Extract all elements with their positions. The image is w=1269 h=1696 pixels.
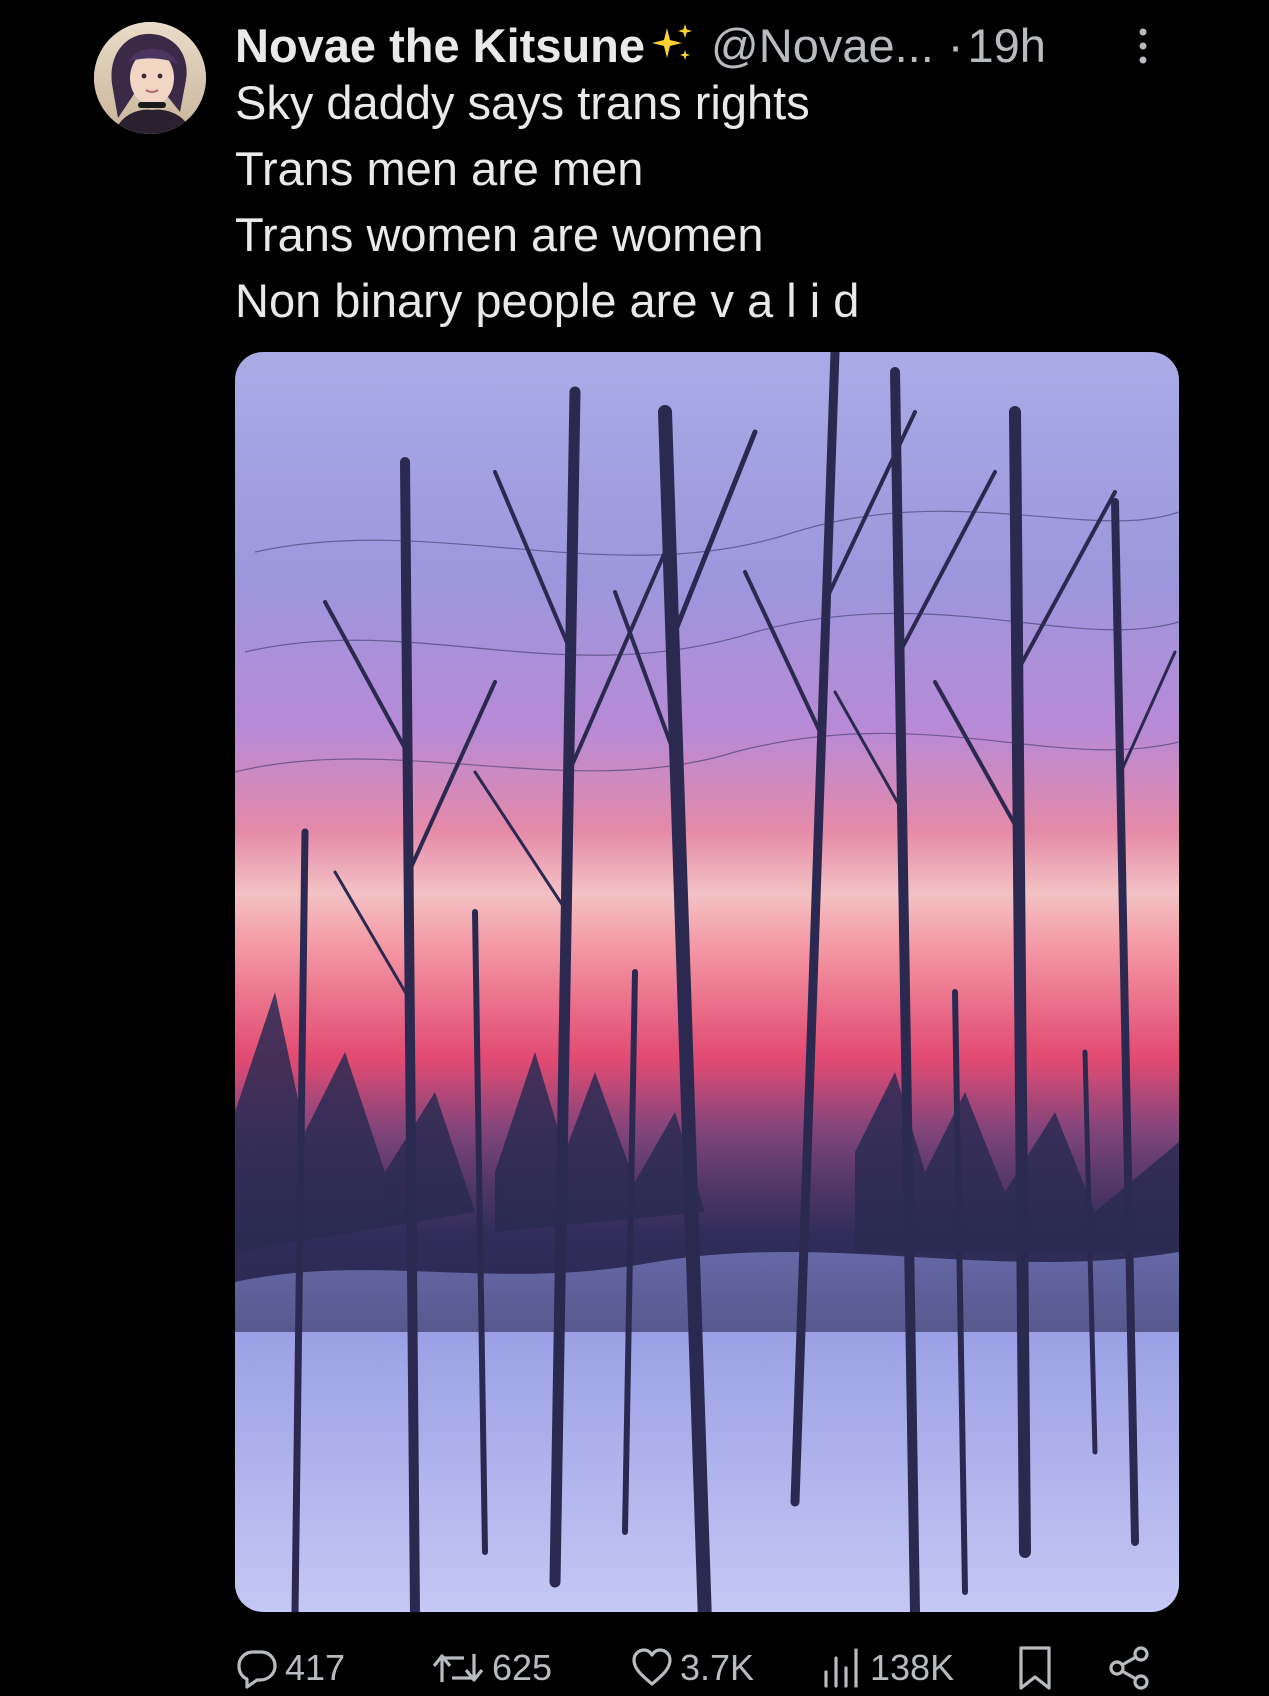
author-display-name[interactable]: Novae the Kitsune — [235, 18, 645, 73]
post-text-line: Sky daddy says trans rights — [235, 76, 810, 129]
reply-icon — [237, 1650, 277, 1689]
repost-button[interactable]: 625 — [430, 1640, 552, 1696]
bookmark-icon — [1019, 1646, 1051, 1690]
bookmark-button[interactable] — [1015, 1640, 1061, 1696]
post-text-line: Trans men are men — [235, 142, 644, 195]
post-text-line: Trans women are women — [235, 208, 764, 261]
post-timestamp[interactable]: 19h — [967, 18, 1045, 73]
header-separator: · — [947, 18, 964, 72]
more-options-icon[interactable] — [1131, 24, 1155, 68]
author-avatar[interactable] — [94, 22, 206, 134]
share-icon — [1109, 1646, 1149, 1690]
like-button[interactable]: 3.7K — [630, 1640, 754, 1696]
reply-button[interactable]: 417 — [235, 1640, 345, 1696]
share-button[interactable] — [1105, 1640, 1159, 1696]
heart-icon — [632, 1648, 672, 1686]
post-text: Sky daddy says trans rights Trans men ar… — [235, 70, 1195, 334]
sparkles-icon — [647, 20, 697, 70]
author-handle[interactable]: @Novae... — [711, 18, 934, 73]
like-count: 3.7K — [680, 1647, 755, 1688]
reply-count: 417 — [285, 1647, 346, 1688]
repost-icon — [432, 1654, 484, 1682]
views-count: 138K — [870, 1647, 955, 1688]
views-icon — [824, 1648, 858, 1688]
post-actions-bar: 417 625 3.7K 138K — [235, 1640, 1155, 1696]
views-button[interactable]: 138K — [820, 1640, 954, 1696]
post-text-line: Non binary people are v a l i d — [235, 274, 860, 327]
post-media-image[interactable] — [235, 352, 1179, 1612]
repost-count: 625 — [492, 1647, 553, 1688]
